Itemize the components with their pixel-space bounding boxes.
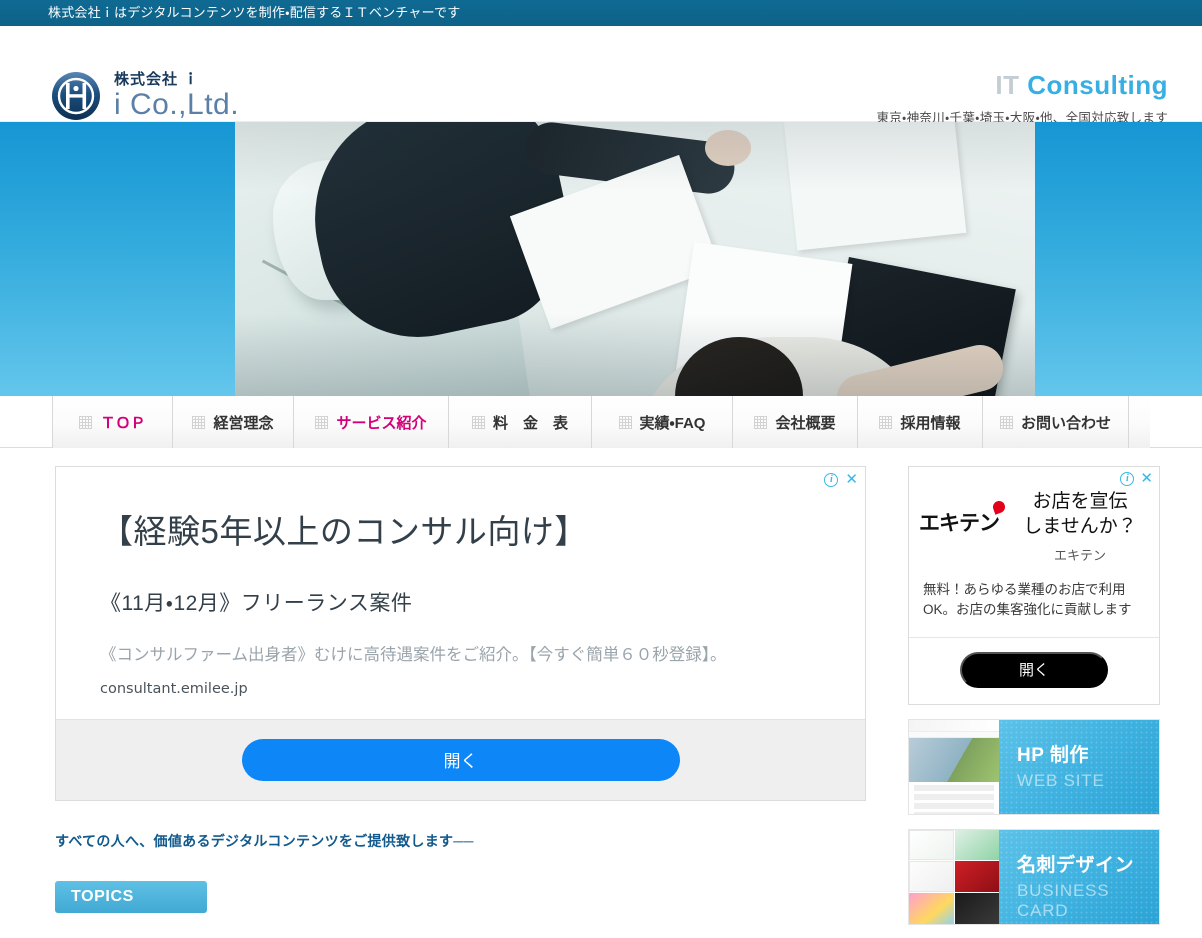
company-emblem-icon [50, 70, 102, 122]
nav-item-contact[interactable]: お問い合わせ [983, 396, 1129, 448]
nav-item-results-faq[interactable]: 実績・FAQ [592, 396, 733, 448]
logo-text-block: 株式会社 ｉ i Co.,Ltd. [114, 72, 239, 120]
grid-icon [879, 415, 893, 429]
banner-title-en: BUSINESS CARD [1017, 880, 1110, 920]
main-column: i ✕ 【経験5年以上のコンサル向け】 《11月・12月》フリーランス案件 《コ… [0, 466, 900, 925]
nav-item-label: 実績・FAQ [639, 414, 706, 432]
grid-icon [315, 415, 329, 429]
banner-website-label-area: HP 制作 WEB SITE [999, 719, 1159, 814]
business-card-thumbnail-icon [909, 829, 999, 924]
top-notice-bar: 株式会社ｉはデジタルコンテンツを制作・配信するＩＴベンチャーです [0, 0, 1202, 26]
site-logo[interactable]: 株式会社 ｉ i Co.,Ltd. [50, 70, 239, 122]
nav-item-pricing[interactable]: 料 金 表 [449, 396, 592, 448]
nav-item-label: 採用情報 [900, 414, 961, 432]
close-icon[interactable]: ✕ [1140, 471, 1153, 486]
sidebar-ad-open-button[interactable]: 開く [960, 651, 1108, 688]
topics-heading-button[interactable]: TOPICS [55, 880, 207, 913]
grid-icon [471, 415, 485, 429]
ad-headline: 【経験5年以上のコンサル向け】 [100, 513, 588, 550]
close-icon[interactable]: ✕ [845, 472, 858, 487]
site-tagline: すべての人へ、価値あるデジタルコンテンツをご提供致します── [55, 832, 474, 849]
nav-item-philosophy[interactable]: 経営理念 [173, 396, 294, 448]
header-title-it: IT [995, 70, 1020, 100]
nav-item-top[interactable]: ＴＯＰ [53, 396, 173, 448]
ekiten-logo-text: エキテン [919, 511, 1000, 535]
header-service-title: IT Consulting [876, 70, 1168, 101]
hero-meeting-photo [235, 122, 1035, 396]
sidebar-ad-head-wrap: お店を宣伝 しませんか？ エキテン [1011, 489, 1149, 564]
header-title-consulting: Consulting [1027, 70, 1168, 100]
banner-business-card-design[interactable]: 名刺デザイン BUSINESS CARD [908, 828, 1160, 925]
banner-title-en: WEB SITE [1017, 770, 1105, 790]
ad-controls: i ✕ [824, 472, 858, 487]
nav-item-recruit[interactable]: 採用情報 [858, 396, 983, 448]
nav-item-label: ＴＯＰ [100, 414, 146, 432]
header-tagline-block: IT Consulting 東京・神奈川・千葉・埼玉・大阪・他、全国対応致します [876, 70, 1168, 126]
ekiten-logo-icon: エキテン [919, 489, 1011, 537]
banner-card-label-area: 名刺デザイン BUSINESS CARD [999, 829, 1159, 924]
grid-icon [192, 415, 206, 429]
grid-icon [618, 415, 632, 429]
map-pin-icon [991, 499, 1007, 515]
nav-item-label: 経営理念 [213, 414, 274, 432]
nav-item-label: 会社概要 [775, 414, 836, 432]
sidebar-ad-controls: i ✕ [1120, 471, 1153, 486]
nav-item-services[interactable]: サービス紹介 [294, 396, 449, 448]
logo-company-kana: 株式会社 ｉ [114, 71, 200, 88]
main-navigation: ＴＯＰ 経営理念 サービス紹介 料 金 表 実績・FAQ 会社概要 採用情報 お… [0, 396, 1202, 448]
logo-company-en: i Co.,Ltd. [114, 88, 240, 121]
nav-list: ＴＯＰ 経営理念 サービス紹介 料 金 表 実績・FAQ 会社概要 採用情報 お… [52, 396, 1150, 448]
nav-item-label: 料 金 表 [492, 414, 568, 432]
grid-icon [79, 415, 93, 429]
banner-title-jp: HP 制作 [1017, 744, 1089, 766]
ad-footer: 開く [56, 718, 865, 800]
sidebar-ad-brand: エキテン [1053, 548, 1106, 564]
sidebar-ad-headline-line2: しませんか？ [1023, 516, 1137, 538]
nav-item-company[interactable]: 会社概要 [733, 396, 858, 448]
ad-display-url[interactable]: consultant.emilee.jp [100, 681, 821, 697]
ad-body: 【経験5年以上のコンサル向け】 《11月・12月》フリーランス案件 《コンサルフ… [56, 467, 865, 719]
grid-icon [754, 415, 768, 429]
sidebar-advertisement[interactable]: i ✕ エキテン お店を宣伝 しませんか？ エキテン 無料！あらゆる業種のお店で… [908, 466, 1160, 705]
banner-website-production[interactable]: HP 制作 WEB SITE [908, 718, 1160, 815]
info-icon[interactable]: i [824, 473, 839, 487]
nav-item-label: お問い合わせ [1020, 414, 1111, 432]
sidebar-column: i ✕ エキテン お店を宣伝 しませんか？ エキテン 無料！あらゆる業種のお店で… [900, 466, 1202, 925]
site-header: 株式会社 ｉ i Co.,Ltd. IT Consulting 東京・神奈川・千… [0, 26, 1202, 125]
ad-open-button[interactable]: 開く [241, 738, 680, 781]
sidebar-ad-headline: お店を宣伝 しませんか？ [1011, 489, 1149, 539]
sidebar-ad-description: 無料！あらゆる業種のお店で利用OK。お店の集客強化に貢献します [923, 582, 1132, 618]
page-content: i ✕ 【経験5年以上のコンサル向け】 《11月・12月》フリーランス案件 《コ… [0, 448, 1202, 925]
nav-item-label: サービス紹介 [336, 414, 427, 432]
sidebar-ad-footer: 開く [909, 636, 1159, 704]
info-icon[interactable]: i [1120, 472, 1135, 486]
grid-icon [999, 415, 1013, 429]
sidebar-ad-headline-line1: お店を宣伝 [1032, 491, 1128, 512]
main-advertisement[interactable]: i ✕ 【経験5年以上のコンサル向け】 《11月・12月》フリーランス案件 《コ… [55, 466, 866, 801]
website-thumbnail-icon [909, 719, 999, 814]
ad-description: 《コンサルファーム出身者》むけに高待遇案件をご紹介。【今すぐ簡単６０秒登録】。 [100, 646, 727, 664]
ad-subheadline: 《11月・12月》フリーランス案件 [100, 592, 413, 615]
banner-title-jp: 名刺デザイン [1017, 854, 1135, 876]
hero-banner [0, 122, 1202, 396]
